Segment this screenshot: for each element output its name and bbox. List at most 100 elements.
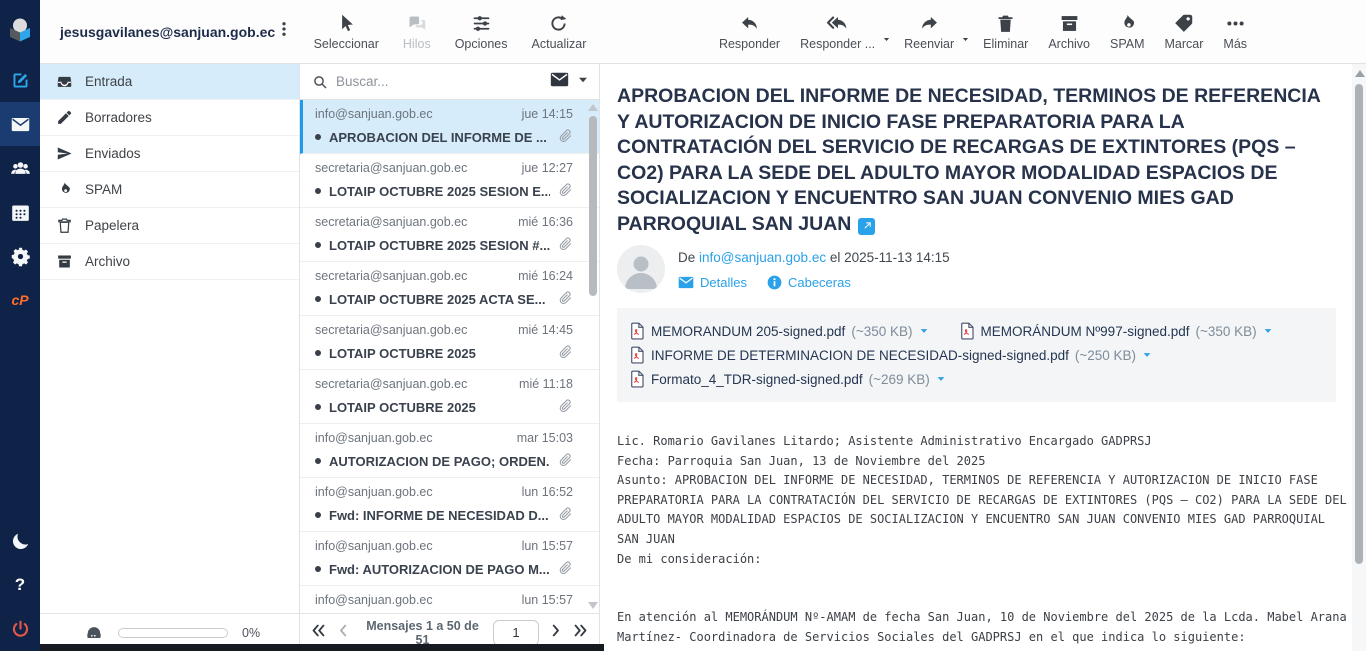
tag-icon [1173, 13, 1194, 34]
list-scrollbar[interactable] [588, 102, 598, 611]
attachment-item[interactable]: Formato_4_TDR-signed-signed.pdf (~269 KB… [629, 370, 946, 388]
folder-borradores[interactable]: Borradores [40, 100, 299, 136]
unread-dot-icon [315, 404, 321, 410]
unread-dot-icon [315, 512, 321, 518]
archive-button[interactable]: Archivo [1039, 13, 1099, 51]
message-list-item[interactable]: info@sanjuan.gob.ec lun 15:57 [300, 586, 599, 613]
message-list-item[interactable]: secretaria@sanjuan.gob.ec mié 16:24 LOTA… [300, 262, 599, 316]
message-list-item[interactable]: secretaria@sanjuan.gob.ec mié 11:18 LOTA… [300, 370, 599, 424]
message-list-item[interactable]: secretaria@sanjuan.gob.ec mié 14:45 LOTA… [300, 316, 599, 370]
rail-calendar-button[interactable] [0, 190, 40, 234]
reply-button[interactable]: Responder [710, 13, 789, 51]
message-date: mié 11:18 [519, 377, 573, 391]
message-list-item[interactable]: secretaria@sanjuan.gob.ec jue 12:27 LOTA… [300, 154, 599, 208]
email-meta: De info@sanjuan.gob.ec el 2025-11-13 14:… [617, 245, 1336, 293]
forward-button[interactable]: Reenviar [895, 13, 963, 51]
scroll-up-icon[interactable] [588, 104, 598, 111]
more-button[interactable]: Más [1214, 13, 1256, 51]
mark-button[interactable]: Marcar [1156, 13, 1213, 51]
quota-percent: 0% [242, 626, 260, 640]
forward-menu-caret[interactable] [961, 31, 970, 49]
reply-all-button[interactable]: Responder ... [791, 13, 884, 51]
delete-button[interactable]: Eliminar [974, 13, 1037, 51]
send-icon [56, 145, 73, 162]
threads-button[interactable]: Hilos [394, 13, 440, 51]
reply-all-menu-caret[interactable] [882, 31, 891, 49]
first-page-button[interactable] [310, 622, 327, 644]
attachment-menu-caret[interactable] [919, 324, 929, 339]
scrollbar-thumb[interactable] [1355, 84, 1363, 564]
attachment-item[interactable]: MEMORANDUM 205-signed.pdf (~350 KB) [629, 322, 929, 340]
message-list-item[interactable]: info@sanjuan.gob.ec mar 15:03 AUTORIZACI… [300, 424, 599, 478]
double-chevron-left-icon [310, 622, 327, 639]
message-sender: secretaria@sanjuan.gob.ec [315, 377, 467, 391]
webmail-app: cP ? jesusgavilanes@sanjuan.gob.ec [0, 0, 1366, 651]
search-scope-button[interactable] [550, 72, 569, 92]
paperclip-icon [558, 236, 573, 254]
attachment-menu-caret[interactable] [936, 372, 946, 387]
paperclip-icon [558, 452, 573, 470]
details-toggle[interactable]: Detalles [678, 275, 747, 290]
headers-toggle[interactable]: Cabeceras [767, 275, 851, 290]
last-page-button[interactable] [572, 622, 589, 644]
paperclip-icon [558, 344, 573, 362]
bottom-edge-strip [40, 644, 604, 651]
rail-cpanel-button[interactable]: cP [0, 278, 40, 322]
folder-column: Entrada Borradores Enviados [40, 64, 300, 651]
message-list-item[interactable]: info@sanjuan.gob.ec lun 16:52 Fwd: INFOR… [300, 478, 599, 532]
message-list-item[interactable]: info@sanjuan.gob.ec lun 15:57 Fwd: AUTOR… [300, 532, 599, 586]
message-subject: APROBACION DEL INFORME DE ... [329, 130, 550, 145]
content-scrollbar[interactable] [1352, 64, 1366, 651]
archive-icon [1059, 13, 1080, 34]
caret-down-icon [919, 326, 929, 336]
logout-button[interactable] [0, 607, 40, 651]
account-menu-button[interactable] [275, 20, 293, 43]
rail-settings-button[interactable] [0, 234, 40, 278]
scrollbar-thumb[interactable] [589, 116, 597, 296]
question-icon: ? [15, 575, 25, 595]
attachment-size: (~250 KB) [1075, 348, 1136, 363]
attachment-item[interactable]: INFORME DE DETERMINACION DE NECESIDAD-si… [629, 346, 1152, 364]
unread-dot-icon [315, 134, 321, 140]
select-button[interactable]: Seleccionar [305, 13, 388, 51]
page-number-input[interactable] [493, 620, 539, 646]
open-in-new-window-button[interactable] [858, 218, 875, 235]
folder-papelera[interactable]: Papelera [40, 208, 299, 244]
folder-entrada[interactable]: Entrada [40, 64, 299, 100]
attachment-menu-caret[interactable] [1142, 348, 1152, 363]
message-subject: AUTORIZACION DE PAGO; ORDEN... [329, 454, 550, 469]
scroll-down-icon[interactable] [588, 602, 598, 609]
folder-enviados[interactable]: Enviados [40, 136, 299, 172]
message-list-item[interactable]: secretaria@sanjuan.gob.ec mié 16:36 LOTA… [300, 208, 599, 262]
columns: Entrada Borradores Enviados [40, 64, 1366, 651]
paperclip-icon [558, 398, 573, 416]
next-page-button[interactable] [547, 622, 564, 644]
message-list-item[interactable]: info@sanjuan.gob.ec jue 14:15 APROBACION… [300, 100, 599, 154]
attachment-menu-caret[interactable] [1263, 324, 1273, 339]
rail-mail-button[interactable] [0, 102, 40, 146]
pdf-icon [629, 370, 645, 388]
app-logo[interactable] [0, 0, 40, 58]
caret-down-icon [882, 35, 891, 44]
folder-spam[interactable]: SPAM [40, 172, 299, 208]
scroll-up-icon[interactable] [1355, 70, 1365, 77]
help-button[interactable]: ? [0, 563, 40, 607]
message-date: lun 15:57 [522, 539, 573, 553]
spam-button[interactable]: SPAM [1101, 13, 1154, 51]
dark-mode-button[interactable] [0, 519, 40, 563]
message-subject: LOTAIP OCTUBRE 2025 SESION #... [329, 238, 550, 253]
search-input[interactable] [336, 74, 542, 89]
message-date: lun 16:52 [522, 485, 573, 499]
attachment-item[interactable]: MEMORÁNDUM Nº997-signed.pdf (~350 KB) [959, 322, 1273, 340]
options-button[interactable]: Opciones [446, 13, 517, 51]
sender-email-link[interactable]: info@sanjuan.gob.ec [699, 250, 826, 265]
compose-button[interactable] [0, 58, 40, 102]
main-area: jesusgavilanes@sanjuan.gob.ec Selecciona… [40, 0, 1366, 651]
search-options-caret[interactable] [577, 73, 589, 91]
folder-archivo[interactable]: Archivo [40, 244, 299, 280]
message-sender: info@sanjuan.gob.ec [315, 485, 433, 499]
sliders-icon [471, 13, 492, 34]
rail-contacts-button[interactable] [0, 146, 40, 190]
refresh-button[interactable]: Actualizar [523, 13, 596, 51]
prev-page-button[interactable] [335, 622, 352, 644]
